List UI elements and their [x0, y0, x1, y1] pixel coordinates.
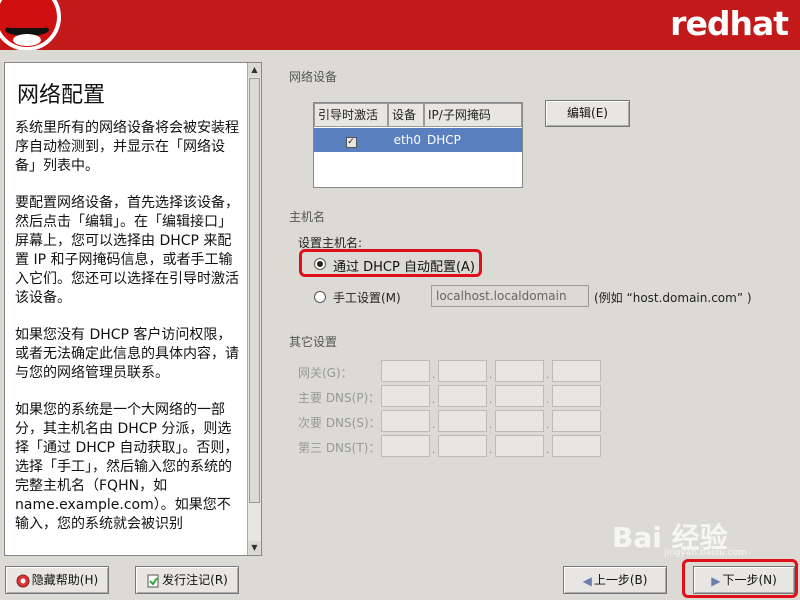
ip-separator: .: [432, 370, 436, 381]
hostname-label: 主机名: [289, 210, 326, 224]
column-header[interactable]: 引导时激活: [314, 103, 388, 127]
scroll-thumb[interactable]: [249, 78, 260, 503]
ip-separator: .: [489, 445, 493, 456]
back-button[interactable]: ◀ 上一步(B): [563, 566, 667, 594]
help-paragraph: 如果您没有 DHCP 客户访问权限，或者无法确定此信息的具体内容，请与您的网络管…: [15, 327, 239, 381]
hide-help-label: 隐藏帮助(H): [31, 573, 99, 587]
gateway-octet-input[interactable]: [438, 360, 487, 382]
ip-separator: .: [489, 395, 493, 406]
tertiary-dns-label: 第三 DNS(T)：: [298, 441, 381, 455]
help-content: 网络配置 系统里所有的网络设备将会被安装程序自动检测到，并显示在「网络设备」列表…: [5, 63, 247, 555]
help-paragraph: 要配置网络设备，首先选择该设备，然后点击「编辑」。在「编辑接口」屏幕上，您可以选…: [15, 195, 239, 306]
document-icon: [147, 574, 159, 587]
help-scrollbar[interactable]: ▲ ▼: [247, 63, 261, 555]
hostname-input[interactable]: localhost.localdomain: [431, 285, 589, 307]
watermark-url: jingyan.baidu.com: [664, 548, 748, 558]
ip-separator: .: [546, 370, 550, 381]
active-cell[interactable]: ✓: [314, 128, 388, 152]
scroll-up-icon[interactable]: ▲: [248, 63, 261, 77]
ip-separator: .: [432, 420, 436, 431]
secondary-dns-octet-input[interactable]: [381, 410, 430, 432]
help-panel: 网络配置 系统里所有的网络设备将会被安装程序自动检测到，并显示在「网络设备」列表…: [4, 62, 262, 556]
table-header: 引导时激活 设备 IP/子网掩码: [314, 103, 522, 127]
manual-option-label[interactable]: 手工设置(M): [333, 289, 401, 306]
device-table[interactable]: 引导时激活 设备 IP/子网掩码 ✓ eth0 DHCP: [313, 102, 523, 188]
brand-wordmark: redhat: [670, 4, 789, 43]
device-cell: eth0: [393, 133, 421, 147]
tertiary-dns-octet-input[interactable]: [552, 435, 601, 457]
gateway-octet-input[interactable]: [552, 360, 601, 382]
primary-dns-octet-input[interactable]: [438, 385, 487, 407]
ip-separator: .: [546, 420, 550, 431]
ip-cell: DHCP: [427, 133, 461, 147]
edit-button[interactable]: 编辑(E): [545, 100, 630, 127]
gateway-label: 网关(G)：: [298, 366, 353, 380]
secondary-dns-octet-input[interactable]: [438, 410, 487, 432]
back-label: 上一步(B): [593, 573, 648, 587]
gateway-octet-input[interactable]: [495, 360, 544, 382]
other-settings-label: 其它设置: [289, 335, 338, 349]
release-notes-button[interactable]: 发行注记(R): [135, 566, 239, 594]
lifebuoy-icon: [16, 574, 30, 587]
network-devices-label: 网络设备: [289, 70, 338, 84]
arrow-left-icon: ◀: [582, 573, 592, 588]
secondary-dns-label: 次要 DNS(S)：: [298, 416, 381, 430]
ip-separator: .: [489, 420, 493, 431]
redhat-logo-icon: [0, 0, 61, 50]
primary-dns-label: 主要 DNS(P)：: [298, 391, 381, 405]
tertiary-dns-octet-input[interactable]: [438, 435, 487, 457]
tertiary-dns-octet-input[interactable]: [381, 435, 430, 457]
annotation-highlight: [299, 249, 482, 277]
ip-separator: .: [432, 445, 436, 456]
release-notes-label: 发行注记(R): [162, 573, 228, 587]
ip-separator: .: [432, 395, 436, 406]
header-banner: redhat: [0, 0, 800, 50]
primary-dns-octet-input[interactable]: [552, 385, 601, 407]
hostname-example: (例如 “host.domain.com” ): [594, 291, 752, 305]
primary-dns-octet-input[interactable]: [495, 385, 544, 407]
manual-radio[interactable]: [314, 291, 326, 303]
ip-separator: .: [546, 395, 550, 406]
table-row[interactable]: ✓ eth0 DHCP: [314, 128, 522, 152]
help-paragraph: 系统里所有的网络设备将会被安装程序自动检测到，并显示在「网络设备」列表中。: [15, 120, 239, 174]
column-header[interactable]: IP/子网掩码: [424, 103, 522, 127]
primary-dns-octet-input[interactable]: [381, 385, 430, 407]
column-header[interactable]: 设备: [388, 103, 424, 127]
checkbox-checked-icon[interactable]: ✓: [345, 137, 357, 148]
hide-help-button[interactable]: 隐藏帮助(H): [5, 566, 109, 594]
ip-separator: .: [489, 370, 493, 381]
secondary-dns-octet-input[interactable]: [495, 410, 544, 432]
annotation-highlight: [682, 559, 798, 598]
scroll-down-icon[interactable]: ▼: [248, 541, 261, 555]
help-title: 网络配置: [17, 83, 106, 108]
ip-separator: .: [546, 445, 550, 456]
gateway-octet-input[interactable]: [381, 360, 430, 382]
secondary-dns-octet-input[interactable]: [552, 410, 601, 432]
tertiary-dns-octet-input[interactable]: [495, 435, 544, 457]
help-paragraph: 如果您的系统是一个大网络的一部分，其主机名由 DHCP 分派，则选择「通过 DH…: [15, 402, 239, 532]
